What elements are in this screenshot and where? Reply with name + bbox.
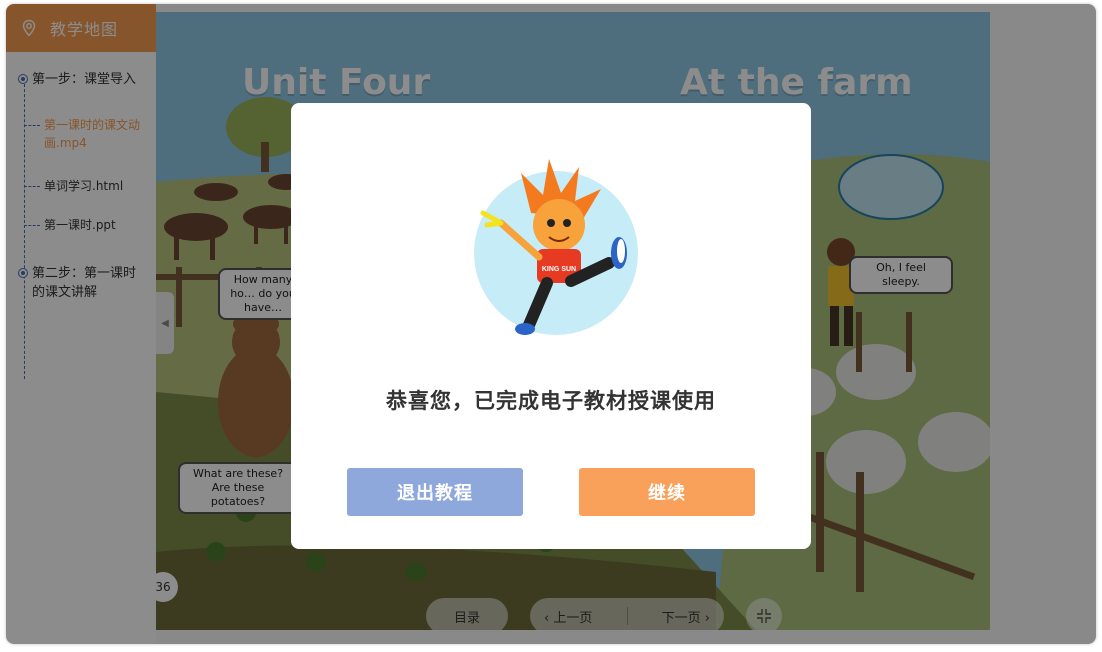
completion-message: 恭喜您，已完成电子教材授课使用 bbox=[386, 389, 716, 413]
mascot-shirt-logo: KING SUN bbox=[542, 266, 576, 273]
completion-dialog: KING SUN 恭喜您，已完成电子教材授课使用 退出教程 继续 bbox=[291, 103, 811, 549]
mascot-illustration: KING SUN bbox=[474, 159, 638, 335]
continue-button[interactable]: 继续 bbox=[579, 468, 755, 516]
app-window: 教学地图 第一步：课堂导入 第一课时的课文动画.mp4 单词学习.html 第一… bbox=[6, 4, 1096, 644]
exit-tutorial-button[interactable]: 退出教程 bbox=[347, 468, 523, 516]
